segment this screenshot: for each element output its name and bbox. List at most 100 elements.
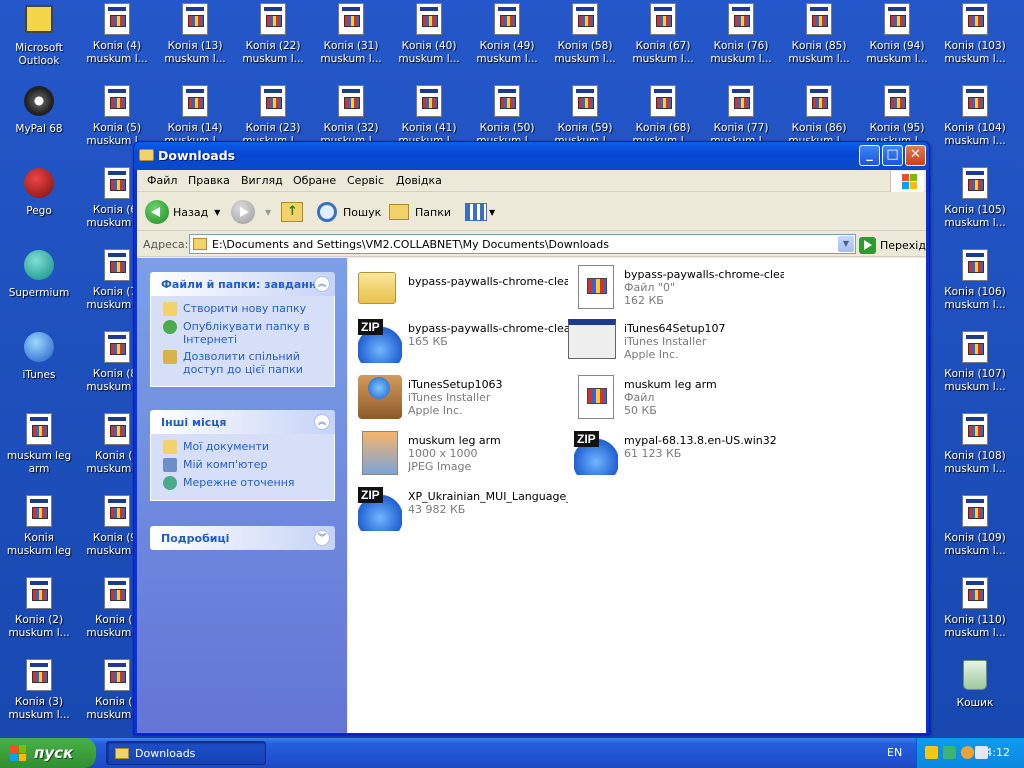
desktop-icon-doc[interactable]: Копія (40) muskum l... bbox=[390, 2, 468, 80]
desktop-icon-doc[interactable]: Копія (106) muskum l... bbox=[936, 248, 1014, 326]
desktop-icon-label: Microsoft Outlook bbox=[15, 42, 63, 67]
desktop-icon-outlook[interactable]: Microsoft Outlook bbox=[0, 2, 78, 80]
desktop-icon-doc[interactable]: Копія (4) muskum l... bbox=[78, 2, 156, 80]
place-label: Мій комп'ютер bbox=[183, 458, 268, 471]
file-item[interactable]: muskum leg arm Файл 50 КБ bbox=[568, 372, 783, 422]
desktop-icon-itunes[interactable]: iTunes bbox=[0, 330, 78, 408]
file-item[interactable]: ZIP XP_Ukrainian_MUI_Language_... 43 982 … bbox=[352, 484, 568, 534]
desktop-icon-supermium[interactable]: Supermium bbox=[0, 248, 78, 326]
chevron-up-icon[interactable]: ︽ bbox=[314, 414, 330, 430]
file-list: bypass-paywalls-chrome-clea... bypass-pa… bbox=[348, 258, 926, 733]
desktop-icon-doc[interactable]: Копія (105) muskum l... bbox=[936, 166, 1014, 244]
back-button[interactable]: Назад ▼ bbox=[145, 197, 220, 227]
taskbar-item-downloads[interactable]: Downloads bbox=[106, 741, 266, 765]
desktop-icon-doc[interactable]: Копія (2) muskum l... bbox=[0, 576, 78, 654]
file-tasks-header[interactable]: Файли й папки: завдання ︽ bbox=[150, 272, 335, 296]
window-titlebar[interactable]: Downloads _ □ ✕ bbox=[134, 142, 929, 170]
desktop-icon-doc[interactable]: Копія (104) muskum l... bbox=[936, 84, 1014, 162]
document-icon bbox=[646, 3, 680, 37]
file-item[interactable]: bypass-paywalls-chrome-clea... bbox=[352, 262, 568, 312]
file-text: iTunesSetup1063 iTunes Installer Apple Inc… bbox=[408, 378, 568, 417]
menu-view[interactable]: Вигляд bbox=[241, 174, 283, 187]
desktop-icon-doc[interactable]: Копія (67) muskum l... bbox=[624, 2, 702, 80]
chevron-down-icon: ▼ bbox=[489, 207, 496, 217]
desktop-icon-doc[interactable]: Копія (103) muskum l... bbox=[936, 2, 1014, 80]
address-input[interactable]: E:\Documents and Settings\VM2.COLLABNET\… bbox=[189, 234, 856, 254]
file-item[interactable]: muskum leg arm 1000 x 1000 JPEG Image bbox=[352, 428, 567, 478]
forward-button[interactable]: ▼ bbox=[231, 197, 271, 227]
desktop-icon-doc[interactable]: muskum leg arm bbox=[0, 412, 78, 490]
task-label: Дозволити спільний доступ до цієї папки bbox=[183, 350, 303, 376]
other-places-header[interactable]: Інші місця ︽ bbox=[150, 410, 335, 434]
menu-favorites[interactable]: Обране bbox=[293, 174, 336, 187]
desktop-icon-doc[interactable]: Копія (110) muskum l... bbox=[936, 576, 1014, 654]
place-label: Мої документи bbox=[183, 440, 270, 453]
document-icon bbox=[22, 577, 56, 611]
desktop-icon-doc[interactable]: Копія muskum leg arm bbox=[0, 494, 78, 572]
file-item[interactable]: ZIP bypass-paywalls-chrome-clea... 165 КБ bbox=[352, 316, 568, 366]
file-item[interactable]: iTunesSetup1063 iTunes Installer Apple Inc… bbox=[352, 372, 567, 422]
desktop-icon-doc[interactable]: Копія (49) muskum l... bbox=[468, 2, 546, 80]
up-folder-button[interactable]: ↑ bbox=[281, 197, 303, 227]
place-my-computer[interactable]: Мій комп'ютер bbox=[163, 458, 334, 472]
desktop-icon-pego[interactable]: Pego bbox=[0, 166, 78, 244]
desktop-icon-doc[interactable]: Копія (109) muskum l... bbox=[936, 494, 1014, 572]
chevron-down-icon[interactable]: ▼ bbox=[838, 236, 854, 252]
document-icon bbox=[412, 85, 446, 119]
document-icon bbox=[178, 3, 212, 37]
file-text: bypass-paywalls-chrome-clea... 165 КБ bbox=[408, 322, 568, 348]
address-value: E:\Documents and Settings\VM2.COLLABNET\… bbox=[212, 238, 609, 251]
file-item[interactable]: ZIP mypal-68.13.8.en-US.win32 61 123 КБ bbox=[568, 428, 783, 478]
folder-icon bbox=[115, 747, 129, 759]
desktop-icon-doc[interactable]: Копія (76) muskum l... bbox=[702, 2, 780, 80]
document-icon bbox=[958, 495, 992, 529]
desktop-icon-doc[interactable]: Копія (85) muskum l... bbox=[780, 2, 858, 80]
go-button[interactable]: Перехід bbox=[859, 235, 926, 255]
place-my-documents[interactable]: Мої документи bbox=[163, 440, 334, 454]
chevron-up-icon[interactable]: ︽ bbox=[314, 276, 330, 292]
views-button[interactable]: ▼ bbox=[465, 197, 495, 227]
search-tray-icon[interactable] bbox=[961, 746, 974, 759]
chevron-down-icon[interactable]: ︾ bbox=[314, 530, 330, 546]
desktop-icon-doc[interactable]: Копія (58) muskum l... bbox=[546, 2, 624, 80]
document-icon bbox=[646, 85, 680, 119]
search-button[interactable]: Пошук bbox=[317, 197, 381, 227]
desktop-icon-label: Копія (3) muskum l... bbox=[8, 696, 70, 721]
file-item[interactable]: iTunes64Setup107 iTunes Installer Apple In… bbox=[568, 316, 783, 366]
desktop-icon-recycle-bin[interactable]: Кошик bbox=[936, 658, 1014, 736]
file-item[interactable]: bypass-paywalls-chrome-clea... Файл "0" 16… bbox=[568, 262, 784, 312]
desktop-icon-doc[interactable]: Копія (22) muskum l... bbox=[234, 2, 312, 80]
start-button[interactable]: пуск bbox=[0, 738, 96, 768]
menu-edit[interactable]: Правка bbox=[188, 174, 230, 187]
maximize-button[interactable]: □ bbox=[882, 145, 903, 166]
clock[interactable]: 4:12 bbox=[985, 746, 1010, 759]
mouse-cursor-icon bbox=[673, 566, 682, 584]
desktop-icon-doc[interactable]: Копія (13) muskum l... bbox=[156, 2, 234, 80]
desktop-icon-label: MyPal 68 bbox=[15, 123, 63, 135]
document-icon bbox=[22, 659, 56, 693]
desktop-icon-doc[interactable]: Копія (107) muskum l... bbox=[936, 330, 1014, 408]
menu-tools[interactable]: Сервіс bbox=[347, 174, 384, 187]
safely-remove-icon[interactable] bbox=[943, 746, 956, 759]
place-network[interactable]: Мережне оточення bbox=[163, 476, 334, 490]
chevron-down-icon: ▼ bbox=[214, 207, 221, 217]
close-button[interactable]: ✕ bbox=[905, 145, 926, 166]
security-shield-icon[interactable] bbox=[925, 746, 938, 759]
minimize-button[interactable]: _ bbox=[859, 145, 880, 166]
desktop-icon-doc[interactable]: Копія (108) muskum l... bbox=[936, 412, 1014, 490]
desktop-icon-mypal[interactable]: MyPal 68 bbox=[0, 84, 78, 162]
task-new-folder[interactable]: Створити нову папку bbox=[163, 302, 334, 316]
explorer-window: Downloads _ □ ✕ Файл Правка Вигляд Обран… bbox=[133, 141, 930, 735]
desktop-icon-doc[interactable]: Копія (94) muskum l... bbox=[858, 2, 936, 80]
task-share-folder[interactable]: Дозволити спільний доступ до цієї папки bbox=[163, 350, 334, 376]
details-header[interactable]: Подробиці ︾ bbox=[150, 526, 335, 550]
task-publish-web[interactable]: Опублікувати папку в Інтернеті bbox=[163, 320, 334, 346]
desktop-icon-doc[interactable]: Копія (31) muskum l... bbox=[312, 2, 390, 80]
start-label: пуск bbox=[34, 744, 74, 762]
language-indicator[interactable]: EN bbox=[887, 746, 902, 759]
mypal-icon bbox=[22, 86, 56, 120]
desktop-icon-doc[interactable]: Копія (3) muskum l... bbox=[0, 658, 78, 736]
folders-button[interactable]: Папки bbox=[389, 197, 451, 227]
menu-help[interactable]: Довідка bbox=[396, 174, 442, 187]
menu-file[interactable]: Файл bbox=[147, 174, 177, 187]
